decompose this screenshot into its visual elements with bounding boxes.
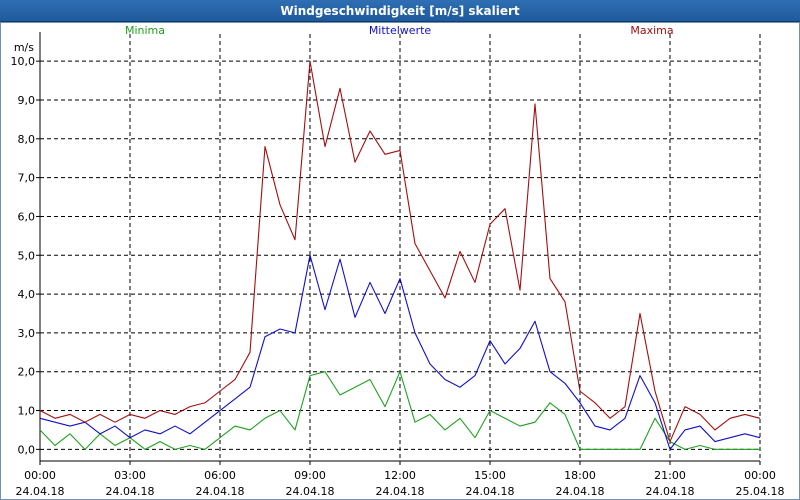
plot-axes <box>36 32 761 465</box>
x-tick-date: 24.04.18 <box>106 485 155 498</box>
y-tick-labels: 0,0 1,0 2,0 3,0 4,0 5,0 6,0 7,0 8,0 9,0 10,0 <box>11 55 36 456</box>
legend-item-mittelwerte: Mittelwerte <box>369 24 432 37</box>
x-tick-time: 03:00 <box>114 469 146 482</box>
chart-canvas: 0,0 1,0 2,0 3,0 4,0 5,0 6,0 7,0 8,0 9,0 10,0 00:00… <box>11 24 785 498</box>
x-tick-date: 24.04.18 <box>196 485 245 498</box>
y-tick-label: 9,0 <box>18 94 36 107</box>
legend-item-minima: Minima <box>125 24 165 37</box>
x-tick-date: 24.04.18 <box>286 485 335 498</box>
legend: Minima Mittelwerte Maxima <box>125 24 674 37</box>
y-tick-label: 7,0 <box>18 172 36 185</box>
x-tick-time: 21:00 <box>654 469 686 482</box>
y-tick-label: 1,0 <box>18 405 36 418</box>
x-tick-date: 24.04.18 <box>16 485 65 498</box>
y-tick-label: 5,0 <box>18 249 36 262</box>
y-tick-label: 0,0 <box>18 443 36 456</box>
x-tick-date: 24.04.18 <box>466 485 515 498</box>
x-tick-time: 09:00 <box>294 469 326 482</box>
y-tick-label: 8,0 <box>18 133 36 146</box>
x-tick-time: 12:00 <box>384 469 416 482</box>
y-tick-label: 3,0 <box>18 327 36 340</box>
x-tick-date: 24.04.18 <box>376 485 425 498</box>
legend-item-maxima: Maxima <box>630 24 673 37</box>
x-tick-date: 25.04.18 <box>736 485 785 498</box>
y-axis-unit-label: m/s <box>14 41 34 54</box>
x-tick-time: 18:00 <box>564 469 596 482</box>
x-tick-time: 00:00 <box>24 469 56 482</box>
y-tick-label: 2,0 <box>18 366 36 379</box>
x-tick-date: 24.04.18 <box>646 485 695 498</box>
x-tick-time: 00:00 <box>744 469 776 482</box>
y-tick-label: 4,0 <box>18 288 36 301</box>
y-tick-label: 10,0 <box>11 55 36 68</box>
x-tick-labels: 00:00 24.04.18 03:00 24.04.18 06:00 24.04.18 0… <box>16 469 785 498</box>
x-tick-time: 06:00 <box>204 469 236 482</box>
y-tick-label: 6,0 <box>18 210 36 223</box>
x-tick-date: 24.04.18 <box>556 485 605 498</box>
x-tick-time: 15:00 <box>474 469 506 482</box>
